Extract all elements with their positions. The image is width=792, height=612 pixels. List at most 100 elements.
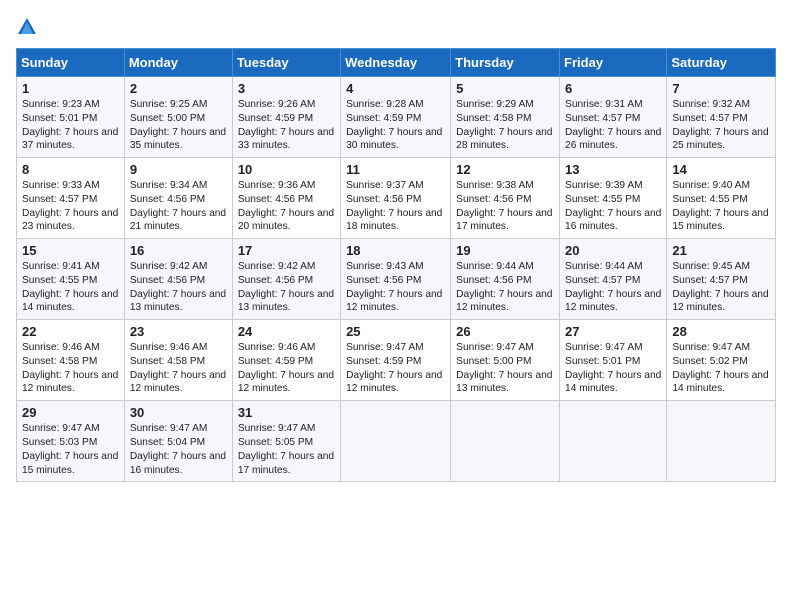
calendar-cell: 23 Sunrise: 9:46 AMSunset: 4:58 PMDayligh… [124,320,232,401]
day-number: 31 [238,405,335,420]
calendar-cell: 25Sunrise: 9:47 AMSunset: 4:59 PMDayligh… [341,320,451,401]
calendar-cell: 27 Sunrise: 9:47 AMSunset: 5:01 PMDayligh… [560,320,667,401]
day-number: 21 [672,243,770,258]
logo-icon [16,16,38,38]
calendar-week-row: 29 Sunrise: 9:47 AMSunset: 5:03 PMDayligh… [17,401,776,482]
day-number: 12 [456,162,554,177]
day-number: 17 [238,243,335,258]
day-number: 25 [346,324,445,339]
day-header: Tuesday [232,49,340,77]
calendar-cell: 9Sunrise: 9:34 AMSunset: 4:56 PMDaylight… [124,158,232,239]
page: SundayMondayTuesdayWednesdayThursdayFrid… [0,0,792,612]
cell-info: Sunrise: 9:36 AMSunset: 4:56 PMDaylight:… [238,180,334,232]
day-number: 8 [22,162,119,177]
cell-info: Sunrise: 9:46 AMSunset: 4:58 PMDaylight:… [22,342,118,394]
cell-info: Sunrise: 9:46 AMSunset: 4:58 PMDaylight:… [130,342,226,394]
day-number: 22 [22,324,119,339]
cell-info: Sunrise: 9:32 AMSunset: 4:57 PMDaylight:… [672,99,768,151]
cell-info: Sunrise: 9:47 AMSunset: 5:05 PMDaylight:… [238,423,334,475]
calendar-week-row: 8 Sunrise: 9:33 AMSunset: 4:57 PMDaylight… [17,158,776,239]
header [16,16,776,38]
day-number: 14 [672,162,770,177]
day-number: 7 [672,81,770,96]
day-number: 23 [130,324,227,339]
calendar-cell [451,401,560,482]
calendar-cell: 10 Sunrise: 9:36 AMSunset: 4:56 PMDayligh… [232,158,340,239]
day-header: Friday [560,49,667,77]
calendar-cell: 29 Sunrise: 9:47 AMSunset: 5:03 PMDayligh… [17,401,125,482]
day-number: 10 [238,162,335,177]
calendar-cell: 12Sunrise: 9:38 AMSunset: 4:56 PMDayligh… [451,158,560,239]
day-header: Wednesday [341,49,451,77]
calendar-cell [560,401,667,482]
cell-info: Sunrise: 9:26 AMSunset: 4:59 PMDaylight:… [238,99,334,151]
day-number: 4 [346,81,445,96]
calendar-cell: 30 Sunrise: 9:47 AMSunset: 5:04 PMDayligh… [124,401,232,482]
cell-info: Sunrise: 9:23 AMSunset: 5:01 PMDaylight:… [22,99,118,151]
cell-info: Sunrise: 9:42 AMSunset: 4:56 PMDaylight:… [130,261,226,313]
calendar-cell: 17 Sunrise: 9:42 AMSunset: 4:56 PMDayligh… [232,239,340,320]
cell-info: Sunrise: 9:47 AMSunset: 5:04 PMDaylight:… [130,423,226,475]
cell-info: Sunrise: 9:44 AMSunset: 4:57 PMDaylight:… [565,261,661,313]
calendar-cell: 5Sunrise: 9:29 AMSunset: 4:58 PMDaylight… [451,77,560,158]
day-number: 6 [565,81,661,96]
day-number: 29 [22,405,119,420]
calendar-header-row: SundayMondayTuesdayWednesdayThursdayFrid… [17,49,776,77]
cell-info: Sunrise: 9:33 AMSunset: 4:57 PMDaylight:… [22,180,118,232]
calendar-cell: 20 Sunrise: 9:44 AMSunset: 4:57 PMDayligh… [560,239,667,320]
day-number: 2 [130,81,227,96]
calendar-cell: 7 Sunrise: 9:32 AMSunset: 4:57 PMDaylight… [667,77,776,158]
calendar-cell: 13Sunrise: 9:39 AMSunset: 4:55 PMDayligh… [560,158,667,239]
calendar-cell: 22 Sunrise: 9:46 AMSunset: 4:58 PMDayligh… [17,320,125,401]
day-header: Saturday [667,49,776,77]
calendar-table: SundayMondayTuesdayWednesdayThursdayFrid… [16,48,776,482]
calendar-week-row: 1 Sunrise: 9:23 AMSunset: 5:01 PMDaylight… [17,77,776,158]
cell-info: Sunrise: 9:44 AMSunset: 4:56 PMDaylight:… [456,261,552,313]
cell-info: Sunrise: 9:42 AMSunset: 4:56 PMDaylight:… [238,261,334,313]
cell-info: Sunrise: 9:41 AMSunset: 4:55 PMDaylight:… [22,261,118,313]
calendar-cell: 16 Sunrise: 9:42 AMSunset: 4:56 PMDayligh… [124,239,232,320]
day-number: 27 [565,324,661,339]
calendar-cell: 11Sunrise: 9:37 AMSunset: 4:56 PMDayligh… [341,158,451,239]
calendar-cell: 8 Sunrise: 9:33 AMSunset: 4:57 PMDaylight… [17,158,125,239]
day-number: 24 [238,324,335,339]
day-number: 20 [565,243,661,258]
calendar-week-row: 15 Sunrise: 9:41 AMSunset: 4:55 PMDayligh… [17,239,776,320]
day-header: Sunday [17,49,125,77]
cell-info: Sunrise: 9:34 AMSunset: 4:56 PMDaylight:… [130,180,226,232]
calendar-cell: 18Sunrise: 9:43 AMSunset: 4:56 PMDayligh… [341,239,451,320]
cell-info: Sunrise: 9:39 AMSunset: 4:55 PMDaylight:… [565,180,661,232]
day-header: Monday [124,49,232,77]
calendar-cell: 3 Sunrise: 9:26 AMSunset: 4:59 PMDaylight… [232,77,340,158]
day-number: 15 [22,243,119,258]
cell-info: Sunrise: 9:47 AMSunset: 5:01 PMDaylight:… [565,342,661,394]
day-number: 19 [456,243,554,258]
day-number: 30 [130,405,227,420]
day-number: 11 [346,162,445,177]
calendar-cell: 15 Sunrise: 9:41 AMSunset: 4:55 PMDayligh… [17,239,125,320]
cell-info: Sunrise: 9:46 AMSunset: 4:59 PMDaylight:… [238,342,334,394]
cell-info: Sunrise: 9:28 AMSunset: 4:59 PMDaylight:… [346,99,442,151]
calendar-cell: 31 Sunrise: 9:47 AMSunset: 5:05 PMDayligh… [232,401,340,482]
day-number: 3 [238,81,335,96]
calendar-week-row: 22 Sunrise: 9:46 AMSunset: 4:58 PMDayligh… [17,320,776,401]
day-number: 16 [130,243,227,258]
cell-info: Sunrise: 9:29 AMSunset: 4:58 PMDaylight:… [456,99,552,151]
calendar-cell: 6Sunrise: 9:31 AMSunset: 4:57 PMDaylight… [560,77,667,158]
day-number: 1 [22,81,119,96]
cell-info: Sunrise: 9:47 AMSunset: 5:00 PMDaylight:… [456,342,552,394]
calendar-cell: 4 Sunrise: 9:28 AMSunset: 4:59 PMDaylight… [341,77,451,158]
cell-info: Sunrise: 9:47 AMSunset: 5:03 PMDaylight:… [22,423,118,475]
cell-info: Sunrise: 9:25 AMSunset: 5:00 PMDaylight:… [130,99,226,151]
calendar-cell: 24 Sunrise: 9:46 AMSunset: 4:59 PMDayligh… [232,320,340,401]
calendar-cell: 19 Sunrise: 9:44 AMSunset: 4:56 PMDayligh… [451,239,560,320]
calendar-cell: 21Sunrise: 9:45 AMSunset: 4:57 PMDayligh… [667,239,776,320]
calendar-cell: 2 Sunrise: 9:25 AMSunset: 5:00 PMDaylight… [124,77,232,158]
calendar-cell [341,401,451,482]
day-header: Thursday [451,49,560,77]
cell-info: Sunrise: 9:47 AMSunset: 5:02 PMDaylight:… [672,342,768,394]
calendar-cell: 1 Sunrise: 9:23 AMSunset: 5:01 PMDaylight… [17,77,125,158]
day-number: 26 [456,324,554,339]
day-number: 28 [672,324,770,339]
calendar-cell: 14Sunrise: 9:40 AMSunset: 4:55 PMDayligh… [667,158,776,239]
